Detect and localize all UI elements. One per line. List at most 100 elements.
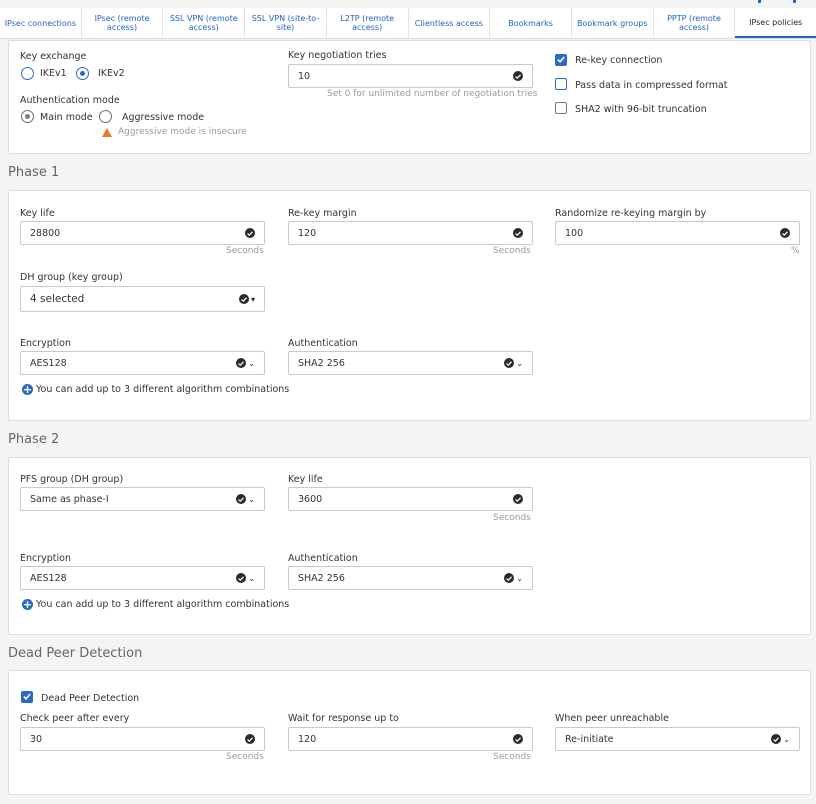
valid-check-icon (236, 358, 247, 368)
main-mode-radio[interactable] (21, 110, 34, 123)
tab-ssl-vpn-remote-access[interactable]: SSL VPN (remote access) (163, 8, 246, 38)
dpd-wait-label: Wait for response up to (288, 713, 399, 724)
p1-auth-select[interactable]: SHA2 256 ⌄ (288, 351, 533, 375)
valid-check-icon (513, 228, 523, 238)
key-exchange-label: Key exchange (20, 51, 87, 62)
p1-randomize-input[interactable]: 100 (555, 221, 800, 245)
sha2-trunc-label: SHA2 with 96-bit truncation (575, 104, 707, 115)
top-strip (686, 0, 806, 8)
tab-pptp-remote-access[interactable]: PPTP (remote access) (654, 8, 736, 38)
valid-check-icon (504, 358, 515, 368)
dpd-panel: Dead Peer Detection Check peer after eve… (8, 670, 811, 795)
tab-ipsec-policies[interactable]: IPsec policies (735, 8, 816, 38)
tab-bookmarks[interactable]: Bookmarks (490, 8, 572, 38)
chevron-down-icon: ⌄ (248, 358, 255, 368)
p2-pfs-select[interactable]: Same as phase-I ⌄ (20, 487, 265, 511)
tab-l2tp-remote-access[interactable]: L2TP (remote access) (327, 8, 409, 38)
tab-bar: IPsec connections IPsec (remote access) … (0, 8, 816, 39)
phase2-title: Phase 2 (8, 432, 60, 447)
p1-add-combo-text: You can add up to 3 different algorithm … (36, 384, 290, 395)
tab-clientless-access[interactable]: Clientless access (409, 8, 491, 38)
auth-mode-label: Authentication mode (20, 95, 120, 106)
p1-dh-value: 4 selected (30, 293, 85, 305)
aggressive-warning-text: Aggressive mode is insecure (118, 127, 247, 137)
p1-dh-label: DH group (key group) (20, 272, 123, 283)
dpd-wait-unit: Seconds (493, 752, 531, 762)
p1-randomize-unit: % (791, 246, 800, 256)
p1-rekey-margin-unit: Seconds (493, 246, 531, 256)
tab-bookmark-groups[interactable]: Bookmark groups (572, 8, 654, 38)
valid-check-icon (780, 228, 790, 238)
p2-enc-label: Encryption (20, 553, 72, 564)
p2-add-combo-text: You can add up to 3 different algorithm … (36, 599, 290, 610)
compress-checkbox[interactable] (555, 78, 567, 90)
p2-key-life-unit: Seconds (493, 513, 531, 523)
p2-auth-value: SHA2 256 (298, 572, 345, 584)
dpd-unreach-select[interactable]: Re-initiate ⌄ (555, 727, 800, 751)
dpd-checkbox[interactable] (21, 691, 33, 703)
negotiation-label: Key negotiation tries (288, 50, 387, 61)
p1-key-life-input[interactable]: 28800 (20, 221, 265, 245)
p1-key-life-label: Key life (20, 208, 55, 219)
p1-dh-select[interactable]: 4 selected ▾ (20, 286, 265, 312)
chevron-down-icon: ⌄ (248, 494, 255, 504)
rekey-checkbox[interactable] (555, 54, 567, 66)
p2-add-combo-link[interactable]: + You can add up to 3 different algorith… (22, 599, 289, 610)
dpd-checkbox-label: Dead Peer Detection (41, 693, 140, 704)
tab-ipsec-connections[interactable]: IPsec connections (0, 8, 82, 38)
valid-check-icon (236, 573, 247, 583)
p2-key-life-input[interactable]: 3600 (288, 487, 533, 511)
p2-auth-label: Authentication (288, 553, 358, 564)
dpd-title: Dead Peer Detection (8, 646, 143, 661)
main-mode-label: Main mode (40, 112, 93, 123)
valid-check-icon (513, 71, 523, 81)
negotiation-value: 10 (298, 70, 311, 82)
dpd-unreach-label: When peer unreachable (555, 713, 669, 724)
dpd-check-value: 30 (30, 733, 43, 745)
warning-icon (102, 127, 112, 137)
ikev2-radio[interactable] (76, 67, 89, 80)
p1-rekey-margin-input[interactable]: 120 (288, 221, 533, 245)
p2-auth-select[interactable]: SHA2 256 ⌄ (288, 566, 533, 590)
chevron-down-icon: ⌄ (516, 573, 523, 583)
p2-pfs-label: PFS group (DH group) (20, 474, 124, 485)
valid-check-icon (504, 573, 515, 583)
p1-rekey-margin-label: Re-key margin (288, 208, 357, 219)
aggressive-mode-radio[interactable] (99, 110, 112, 123)
valid-check-icon (238, 294, 249, 304)
negotiation-hint: Set 0 for unlimited number of negotiatio… (327, 89, 538, 99)
valid-check-icon (771, 734, 782, 744)
aggressive-mode-label: Aggressive mode (122, 112, 205, 123)
p1-add-combo-link[interactable]: + You can add up to 3 different algorith… (22, 384, 289, 395)
chevron-down-icon: ⌄ (248, 573, 255, 583)
sha2-trunc-checkbox[interactable] (555, 102, 567, 114)
p2-key-life-label: Key life (288, 474, 323, 485)
tab-ssl-vpn-site-to-site[interactable]: SSL VPN (site-to-site) (245, 8, 327, 38)
dpd-wait-input[interactable]: 120 (288, 727, 533, 751)
p1-key-life-value: 28800 (30, 227, 61, 239)
general-panel: Key exchange IKEv1 IKEv2 Authentication … (8, 40, 811, 154)
dpd-check-input[interactable]: 30 (20, 727, 265, 751)
phase1-title: Phase 1 (8, 165, 60, 180)
ikev2-label: IKEv2 (98, 68, 125, 79)
dpd-unreach-value: Re-initiate (565, 733, 614, 745)
negotiation-input[interactable]: 10 (288, 64, 533, 88)
valid-check-icon (245, 228, 255, 238)
chevron-down-icon: ⌄ (783, 734, 790, 744)
p1-randomize-label: Randomize re-keying margin by (555, 208, 707, 219)
p2-enc-select[interactable]: AES128 ⌄ (20, 566, 265, 590)
p2-pfs-value: Same as phase-I (30, 493, 109, 505)
valid-check-icon (245, 734, 255, 744)
tab-ipsec-remote-access[interactable]: IPsec (remote access) (82, 8, 164, 38)
p1-auth-value: SHA2 256 (298, 357, 345, 369)
p1-rekey-margin-value: 120 (298, 227, 317, 239)
dpd-wait-value: 120 (298, 733, 317, 745)
ikev1-label: IKEv1 (40, 68, 67, 79)
p1-enc-select[interactable]: AES128 ⌄ (20, 351, 265, 375)
p1-randomize-value: 100 (565, 227, 584, 239)
p1-auth-label: Authentication (288, 338, 358, 349)
valid-check-icon (513, 734, 523, 744)
caret-down-icon: ▾ (250, 294, 255, 304)
ikev1-radio[interactable] (21, 67, 34, 80)
p2-key-life-value: 3600 (298, 493, 323, 505)
